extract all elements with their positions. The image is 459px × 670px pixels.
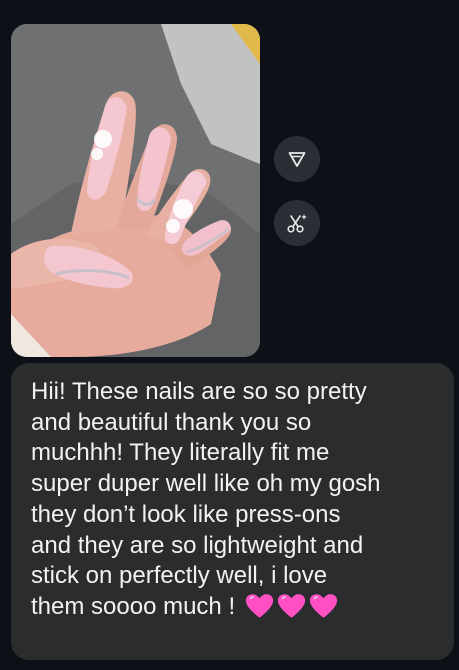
attached-photo[interactable] [11, 24, 260, 357]
message-bubble[interactable]: Hii! These nails are so so pretty and be… [11, 363, 454, 660]
remix-button[interactable] [274, 200, 320, 246]
nails-photo-image [11, 24, 260, 357]
scissors-sparkle-icon [286, 212, 308, 234]
message-text: Hii! These nails are so so pretty and be… [31, 377, 436, 623]
pink-heart-icon [277, 594, 305, 618]
message-body: Hii! These nails are so so pretty and be… [31, 378, 381, 620]
emoji-row [242, 593, 338, 620]
pink-heart-icon [245, 594, 273, 618]
send-triangle-icon [287, 149, 307, 169]
share-button[interactable] [274, 136, 320, 182]
pink-heart-icon [309, 594, 337, 618]
